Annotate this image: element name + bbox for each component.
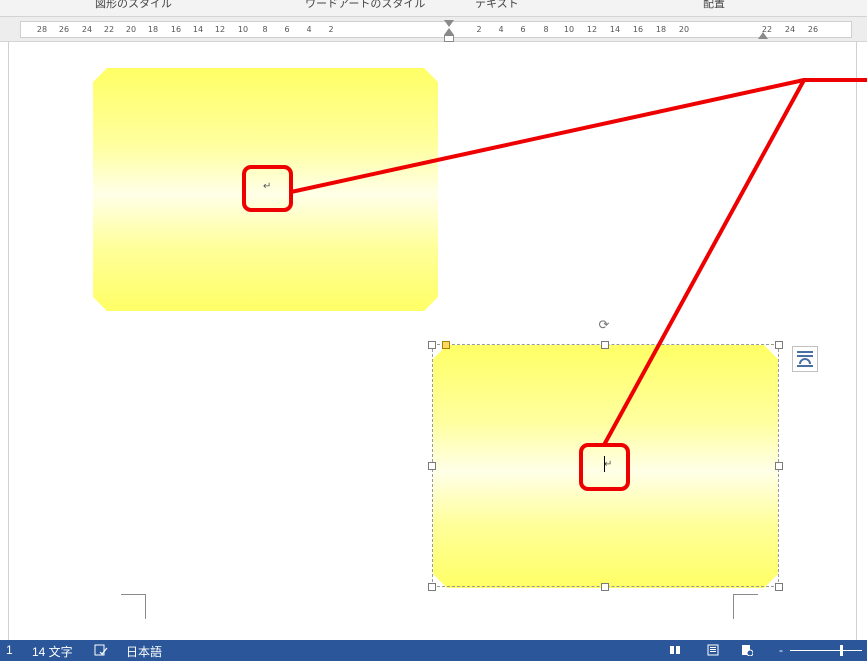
print-layout-icon[interactable] <box>707 644 719 656</box>
language-status[interactable]: 日本語 <box>126 643 162 660</box>
read-mode-icon[interactable] <box>669 644 681 656</box>
zoom-slider-track[interactable] <box>790 650 862 651</box>
zoom-out-button[interactable]: - <box>779 643 783 657</box>
proofing-icon[interactable] <box>94 643 108 660</box>
word-count-status[interactable]: 14 文字 <box>32 643 73 660</box>
page-number-status[interactable]: 1 <box>6 643 13 657</box>
status-bar: 1 14 文字 日本語 - <box>0 640 867 661</box>
callout-box-selected <box>579 443 630 491</box>
callout-line-top <box>290 78 805 194</box>
web-layout-icon[interactable] <box>741 644 753 656</box>
callout-overlay <box>242 78 867 491</box>
callout-line-selected <box>602 79 806 446</box>
zoom-slider-thumb[interactable] <box>840 645 843 656</box>
callout-box-top <box>242 165 293 212</box>
